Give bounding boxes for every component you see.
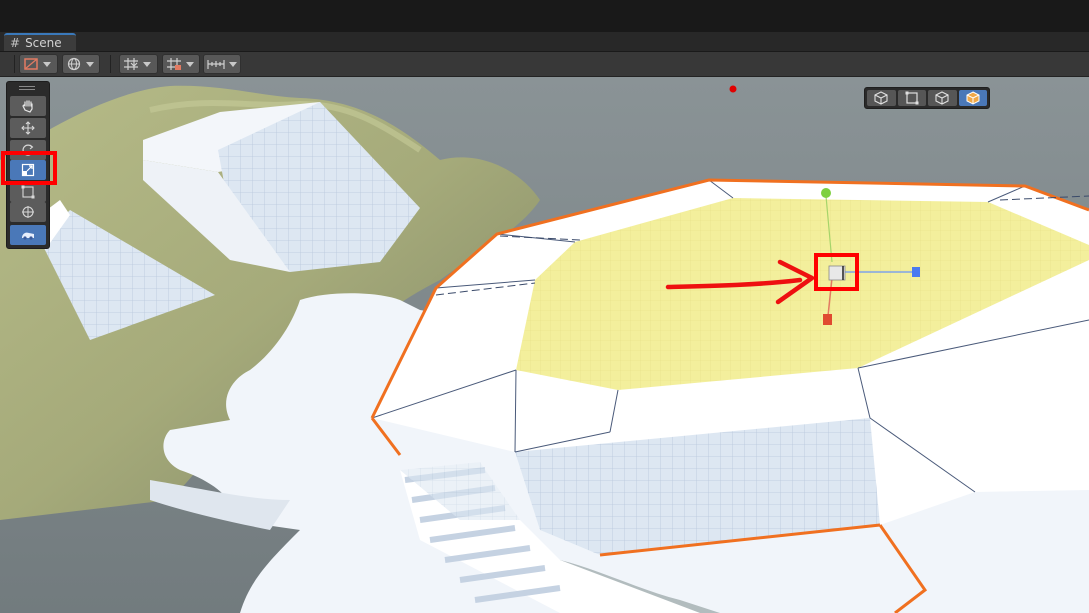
- global-local-dropdown[interactable]: [62, 54, 100, 74]
- chevron-down-icon: [86, 61, 94, 67]
- scene-render: [0, 77, 1089, 613]
- globe-icon: [67, 57, 81, 71]
- move-tool[interactable]: [10, 118, 46, 138]
- tab-scene-label: Scene: [25, 35, 62, 50]
- chevron-down-icon: [186, 61, 194, 67]
- grid-snap-icon: [124, 58, 138, 70]
- orient-button-4[interactable]: [958, 90, 987, 106]
- rect-tool[interactable]: [10, 182, 46, 202]
- orientation-overlay: [864, 87, 990, 109]
- cube-solid-icon: [966, 91, 980, 105]
- custom-editor-tool[interactable]: [10, 225, 46, 245]
- scene-toolbar: [0, 52, 1089, 77]
- ruler-dropdown[interactable]: [203, 54, 241, 74]
- hand-tool[interactable]: [10, 96, 46, 116]
- tab-bar: # Scene: [0, 32, 1089, 52]
- orient-button-1[interactable]: [867, 90, 896, 106]
- chevron-down-icon: [143, 61, 151, 67]
- chevron-down-icon: [229, 61, 237, 67]
- cube-icon: [935, 91, 949, 105]
- red-dot: [729, 85, 737, 93]
- orient-button-3[interactable]: [928, 90, 957, 106]
- tab-scene[interactable]: # Scene: [4, 33, 76, 51]
- panel-grip[interactable]: [19, 86, 35, 87]
- handle-highlight-box: [814, 253, 859, 291]
- chevron-down-icon: [43, 61, 51, 67]
- hash-icon: #: [10, 35, 21, 50]
- scale-tool-highlight-box: [1, 151, 57, 185]
- scene-viewport[interactable]: [0, 77, 1089, 613]
- toolbar-separator: [14, 55, 15, 73]
- custom-tool-icon: [22, 232, 34, 240]
- rect-transform-icon: [21, 185, 35, 199]
- hand-icon: [22, 100, 33, 113]
- ruler-icon: [207, 60, 225, 69]
- move-icon: [21, 121, 35, 135]
- transform-icon: [22, 206, 34, 218]
- grid-snap-dropdown[interactable]: [119, 54, 158, 74]
- window-title-bar: [0, 0, 1089, 32]
- cube-icon: [874, 91, 888, 105]
- toolbar-separator: [110, 55, 111, 73]
- increment-snap-dropdown[interactable]: [162, 54, 200, 74]
- draw-mode-dropdown[interactable]: [19, 54, 58, 74]
- transform-tool[interactable]: [10, 202, 46, 222]
- rect-select-icon: [905, 91, 919, 105]
- increment-snap-icon: [167, 58, 181, 70]
- shading-mode-icon: [24, 58, 38, 70]
- orient-button-2[interactable]: [897, 90, 926, 106]
- panel-grip[interactable]: [19, 89, 35, 90]
